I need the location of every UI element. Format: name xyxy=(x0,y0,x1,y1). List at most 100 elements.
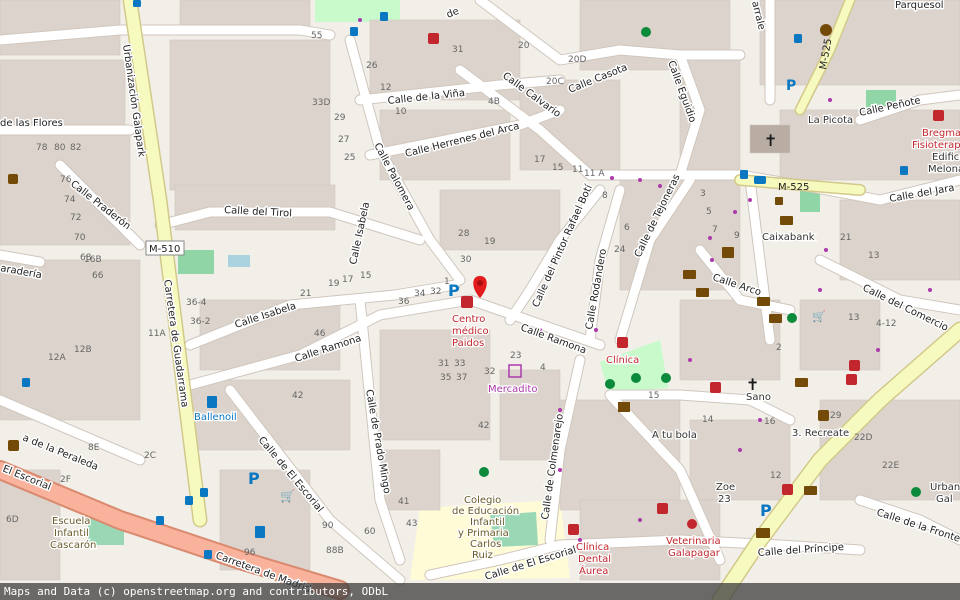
poi-clinica-dental: Clínica xyxy=(576,541,609,553)
poi-a-tu-bola: A tu bola xyxy=(652,430,697,441)
shop-dot xyxy=(824,248,828,252)
house-number: 80 xyxy=(54,143,66,153)
building xyxy=(689,419,791,501)
pharmacy-icon[interactable] xyxy=(710,382,721,393)
monument-icon[interactable] xyxy=(775,197,783,205)
information-icon[interactable] xyxy=(820,24,832,36)
bus-stop-icon[interactable] xyxy=(740,170,748,179)
atm-icon[interactable] xyxy=(795,378,808,387)
shop-dot xyxy=(688,358,692,362)
dentist-icon[interactable] xyxy=(568,524,579,535)
bus-stop-icon[interactable] xyxy=(380,12,388,21)
social-facility-icon[interactable] xyxy=(8,174,18,184)
parking-icon[interactable]: P xyxy=(448,281,460,300)
library-icon[interactable] xyxy=(722,247,734,258)
shop-dot xyxy=(828,98,832,102)
parking-icon[interactable]: P xyxy=(248,469,260,488)
poi-clinica-dental: Dental xyxy=(578,554,611,565)
courthouse-icon[interactable] xyxy=(618,402,630,412)
house-number: 22E xyxy=(882,461,899,471)
house-number: 88B xyxy=(326,546,344,556)
atm-icon[interactable] xyxy=(804,486,817,495)
map-canvas[interactable]: M-510 M-525 M-525 de las Flores Urbaniza… xyxy=(0,0,960,600)
pharmacy-icon[interactable] xyxy=(428,33,439,44)
house-number: 13 xyxy=(848,313,859,323)
shop-dot xyxy=(758,418,762,422)
hospital-icon[interactable] xyxy=(461,296,473,308)
parking-icon[interactable]: P xyxy=(786,78,796,94)
playground-icon[interactable] xyxy=(605,379,615,389)
shop-dot xyxy=(733,210,737,214)
map-svg[interactable]: M-510 M-525 M-525 de las Flores Urbaniza… xyxy=(0,0,960,600)
poi-centro-medico: médico xyxy=(452,325,489,337)
house-number: 25 xyxy=(344,153,355,163)
bus-stop-icon[interactable] xyxy=(200,488,208,497)
house-number: 12 xyxy=(770,471,781,481)
playground-icon[interactable] xyxy=(787,313,797,323)
social-facility-icon[interactable] xyxy=(8,440,19,451)
house-number: 76 xyxy=(60,175,72,185)
sports-icon[interactable] xyxy=(641,27,651,37)
shop-dot xyxy=(748,198,752,202)
bus-stop-icon[interactable] xyxy=(156,516,164,525)
poi-veterinaria: Veterinaria xyxy=(666,536,721,547)
pharmacy-icon[interactable] xyxy=(617,337,628,348)
house-number: 4 xyxy=(540,363,546,373)
bus-stop-icon[interactable] xyxy=(22,378,30,387)
taxi-icon[interactable] xyxy=(754,176,766,184)
veterinary-icon[interactable] xyxy=(687,519,697,529)
recreation-icon[interactable] xyxy=(818,410,829,421)
street-parque: Parquesol xyxy=(895,0,944,11)
shopping-cart-icon[interactable]: 🛒 xyxy=(280,489,295,503)
house-number: 37 xyxy=(456,373,467,383)
house-number: 14 xyxy=(702,415,714,425)
pharmacy-icon[interactable] xyxy=(782,484,793,495)
poi-urban: Urban xyxy=(930,482,960,493)
house-number: 20C xyxy=(546,77,564,87)
pharmacy-icon[interactable] xyxy=(849,360,860,371)
dentist-icon[interactable] xyxy=(657,503,668,514)
pharmacy-icon[interactable] xyxy=(846,374,857,385)
house-number: 15 xyxy=(552,163,563,173)
atm-icon[interactable] xyxy=(683,270,696,279)
pharmacy-icon[interactable] xyxy=(933,110,944,121)
poi-colegio: de Educación xyxy=(452,505,519,517)
house-number: 36 xyxy=(398,297,410,307)
bank-icon[interactable] xyxy=(780,216,793,225)
bus-stop-icon[interactable] xyxy=(350,27,358,36)
church-icon[interactable]: ✝ xyxy=(764,131,777,150)
atm-icon[interactable] xyxy=(696,288,709,297)
atm-icon[interactable] xyxy=(757,297,770,306)
ev-charging-icon[interactable] xyxy=(255,526,265,538)
bus-stop-icon[interactable] xyxy=(185,496,193,505)
fuel-icon[interactable] xyxy=(207,396,217,408)
house-number: 24 xyxy=(614,245,626,255)
house-number: 31 xyxy=(452,45,463,55)
bus-stop-icon[interactable] xyxy=(794,34,802,43)
shop-dot xyxy=(708,236,712,240)
shop-dot xyxy=(558,468,562,472)
poi-colegio: y Primaria xyxy=(458,528,509,539)
sports-icon[interactable] xyxy=(911,487,921,497)
house-number: 31 xyxy=(438,359,449,369)
house-number: 29 xyxy=(334,113,346,123)
poi-caixabank: Caixabank xyxy=(762,232,815,243)
parking-icon[interactable]: P xyxy=(760,501,772,520)
house-number: 60 xyxy=(364,527,376,537)
playground-icon[interactable] xyxy=(631,373,641,383)
house-number: 8E xyxy=(88,443,100,453)
street-flores: de las Flores xyxy=(0,118,63,129)
bus-stop-icon[interactable] xyxy=(900,166,908,175)
building xyxy=(169,39,331,191)
building xyxy=(839,199,960,281)
bus-stop-icon[interactable] xyxy=(204,550,212,559)
bus-stop-icon[interactable] xyxy=(133,0,141,7)
playground-icon[interactable] xyxy=(661,373,671,383)
shopping-cart-icon[interactable]: 🛒 xyxy=(812,310,826,323)
sports-icon[interactable] xyxy=(479,467,489,477)
house-number: 3 xyxy=(700,189,706,199)
atm-icon[interactable] xyxy=(769,314,782,323)
post-icon[interactable] xyxy=(756,528,770,538)
house-number: 36-2 xyxy=(190,317,210,327)
house-number: 29 xyxy=(830,411,842,421)
